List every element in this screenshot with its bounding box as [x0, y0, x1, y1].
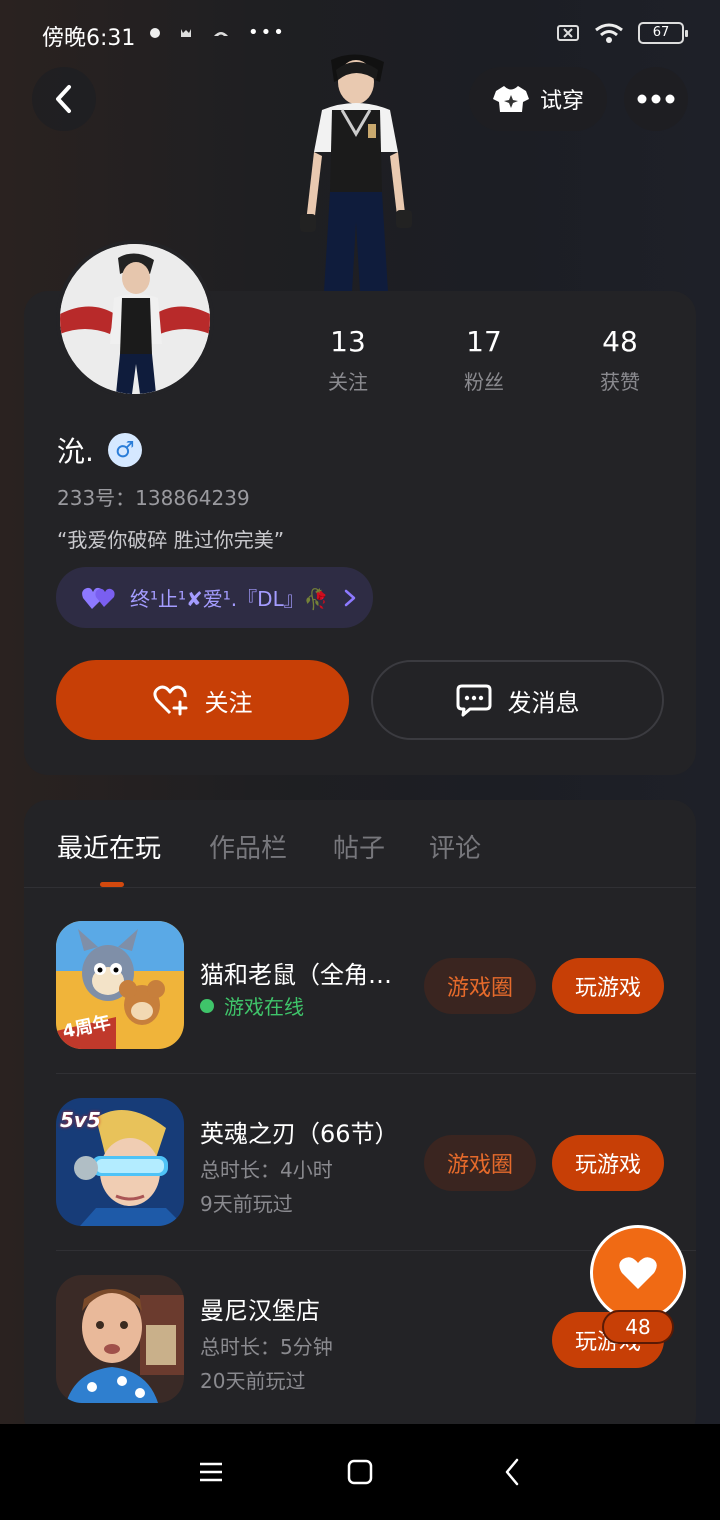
heart-icon — [619, 1257, 657, 1289]
notification-dot-icon — [150, 27, 160, 38]
activity-card: 最近在玩 作品栏 帖子 评论 4周年 猫和老鼠（全角… 游戏在线 游戏圈 玩游戏… — [24, 800, 696, 1440]
like-fab-button[interactable] — [590, 1225, 686, 1321]
notification-icons: ••• — [150, 22, 286, 43]
back-button[interactable] — [32, 67, 96, 131]
stat-label: 关注 — [328, 370, 368, 394]
more-options-button[interactable] — [624, 67, 688, 131]
more-dots-icon — [637, 94, 675, 104]
stat-likes[interactable]: 48 获赞 — [552, 325, 688, 395]
app-notification-icon — [181, 28, 191, 37]
sim-off-icon — [557, 25, 579, 41]
wifi-icon — [595, 23, 623, 43]
like-count-badge: 48 — [602, 1310, 674, 1344]
username: 沇. — [57, 435, 94, 468]
play-duration: 总时长：4小时 — [200, 1158, 333, 1182]
game-icon: 4周年 — [56, 921, 184, 1049]
home-button[interactable] — [340, 1454, 380, 1490]
game-name: 猫和老鼠（全角… — [200, 961, 392, 989]
try-on-label: 试穿 — [539, 89, 584, 114]
stat-value: 17 — [466, 325, 502, 358]
follow-label: 关注 — [204, 688, 253, 717]
online-status: 游戏在线 — [200, 991, 304, 1020]
stat-label: 获赞 — [600, 370, 640, 394]
stat-following[interactable]: 13 关注 — [280, 325, 416, 395]
tab-recently-played[interactable]: 最近在玩 — [57, 828, 161, 865]
icon-badge: 5v5 — [60, 1108, 101, 1132]
chevron-left-icon — [505, 1458, 519, 1486]
tab-posts[interactable]: 帖子 — [333, 828, 385, 865]
chat-bubble-icon — [456, 684, 491, 717]
try-on-button[interactable]: 试穿 — [469, 67, 607, 131]
chevron-right-icon — [344, 589, 355, 606]
message-button[interactable]: 发消息 — [371, 660, 664, 740]
stat-label: 粉丝 — [464, 370, 504, 394]
profile-stats: 13 关注 17 粉丝 48 获赞 — [280, 325, 690, 395]
play-game-button[interactable]: 玩游戏 — [552, 958, 664, 1014]
bio: “我爱你破碎 胜过你完美” — [57, 528, 285, 552]
tab-works[interactable]: 作品栏 — [209, 828, 287, 865]
avatar-image — [60, 244, 210, 394]
manny-burger-icon — [56, 1275, 184, 1403]
heart-add-icon — [152, 685, 187, 716]
stat-value: 13 — [330, 325, 366, 358]
stat-value: 48 — [602, 325, 638, 358]
play-duration: 总时长：5分钟 — [200, 1335, 333, 1359]
username-row: 沇. ♂ — [57, 430, 142, 470]
follow-button[interactable]: 关注 — [56, 660, 349, 740]
tshirt-icon — [492, 86, 529, 112]
message-label: 发消息 — [507, 688, 580, 717]
more-notifications-icon: ••• — [248, 22, 286, 43]
guild-badge[interactable]: 终¹止¹✘爱¹.『DL』🥀 — [56, 567, 373, 628]
game-item-tom-and-jerry[interactable]: 4周年 猫和老鼠（全角… 游戏在线 游戏圈 玩游戏 — [24, 897, 696, 1073]
game-circle-button[interactable]: 游戏圈 — [424, 958, 536, 1014]
profile-tabs: 最近在玩 作品栏 帖子 评论 — [24, 800, 696, 888]
user-id: 233号：138864239 — [57, 486, 250, 510]
online-status-label: 游戏在线 — [224, 995, 304, 1019]
system-icons: 67 — [556, 22, 688, 44]
male-gender-icon: ♂ — [107, 433, 142, 467]
guild-name: 终¹止¹✘爱¹.『DL』🥀 — [130, 587, 329, 611]
last-played: 9天前玩过 — [200, 1192, 293, 1216]
play-game-button[interactable]: 玩游戏 — [552, 1135, 664, 1191]
game-icon: 5v5 — [56, 1098, 184, 1226]
double-heart-icon — [82, 587, 115, 609]
system-back-button[interactable] — [492, 1454, 532, 1490]
avatar-figure — [300, 54, 412, 292]
avatar[interactable] — [56, 240, 214, 398]
online-dot-icon — [200, 998, 214, 1013]
game-item-heroes-blade[interactable]: 5v5 英魂之刃（66节） 总时长：4小时 9天前玩过 游戏圈 玩游戏 — [24, 1074, 696, 1250]
home-square-icon — [347, 1459, 373, 1485]
battery-icon: 67 — [638, 22, 688, 44]
recent-apps-button[interactable] — [191, 1454, 231, 1490]
game-name: 英魂之刃（66节） — [200, 1120, 399, 1148]
stat-followers[interactable]: 17 粉丝 — [416, 325, 552, 395]
game-icon — [56, 1275, 184, 1403]
system-nav-bar — [0, 1424, 720, 1520]
tab-comments[interactable]: 评论 — [429, 828, 481, 865]
status-time: 傍晚6:31 — [42, 26, 136, 51]
game-name: 曼尼汉堡店 — [200, 1297, 320, 1325]
chevron-left-icon — [56, 85, 71, 113]
game-circle-button[interactable]: 游戏圈 — [424, 1135, 536, 1191]
last-played: 20天前玩过 — [200, 1369, 306, 1393]
app-notification-icon — [214, 31, 228, 36]
active-tab-indicator — [100, 882, 124, 887]
menu-icon — [200, 1462, 222, 1482]
